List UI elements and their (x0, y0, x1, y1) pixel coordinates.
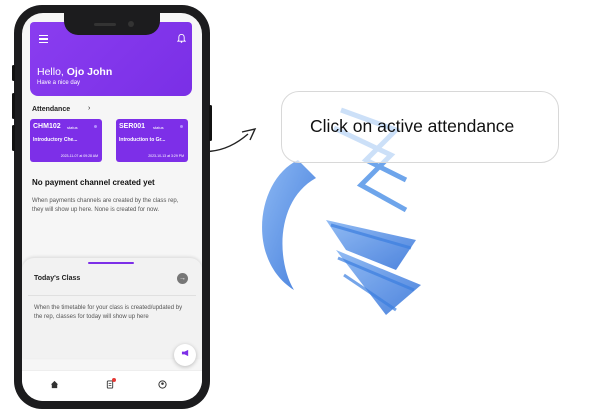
mute-button (12, 65, 15, 81)
volume-up-button (12, 93, 15, 119)
tagline: Have a nice day (37, 80, 81, 86)
attendance-time: 2023-10-13 at 3:29 PM (148, 154, 184, 158)
today-class-title: Today's Class (34, 275, 81, 282)
greeting-prefix: Hello, (37, 66, 67, 78)
phone-screen: Hello, Ojo John Have a nice day Attendan… (22, 13, 202, 401)
divider (28, 295, 196, 296)
attendance-time: 2023-11-07 at 09:28 AM (60, 154, 98, 158)
course-code: SER001 (119, 123, 146, 130)
course-title: Introduction to Gr... (119, 137, 166, 143)
course-title: Introductory Che... (33, 137, 78, 143)
attendance-card-active[interactable]: SER001 status Introduction to Gr... 2023… (116, 119, 188, 162)
megaphone-icon[interactable] (174, 344, 196, 366)
status-badge: status (153, 125, 164, 130)
tooltip-callout: Click on active attendance (281, 91, 559, 163)
notification-badge (112, 378, 116, 382)
payments-empty-title: No payment channel created yet (32, 178, 155, 187)
bottom-nav (22, 370, 202, 401)
status-badge: status (67, 125, 78, 130)
status-dot (180, 125, 183, 128)
attendance-title[interactable]: Attendance (32, 106, 70, 113)
today-class-sheet: Today's Class → When the timetable for y… (22, 258, 202, 358)
attendance-card[interactable]: CHM102 status Introductory Che... 2023-1… (30, 119, 102, 162)
callout-text: Click on active attendance (310, 116, 515, 136)
status-dot (94, 125, 97, 128)
document-icon[interactable] (106, 378, 116, 391)
bell-icon[interactable] (176, 33, 187, 45)
phone-frame: Hello, Ojo John Have a nice day Attendan… (12, 5, 212, 409)
notch (64, 13, 160, 35)
power-button (209, 105, 212, 141)
greeting: Hello, Ojo John (37, 66, 112, 78)
user-name: Ojo John (66, 66, 113, 78)
chevron-right-icon[interactable]: › (88, 105, 90, 112)
home-icon[interactable] (50, 380, 59, 391)
menu-icon[interactable] (39, 35, 48, 45)
profile-icon[interactable] (158, 380, 167, 391)
volume-down-button (12, 125, 15, 151)
course-code: CHM102 (33, 123, 61, 130)
payments-empty-desc: When payments channels are created by th… (32, 198, 179, 213)
sheet-handle[interactable] (88, 262, 134, 264)
today-class-desc: When the timetable for your class is cre… (34, 305, 183, 320)
arrow-right-icon[interactable]: → (177, 273, 188, 284)
